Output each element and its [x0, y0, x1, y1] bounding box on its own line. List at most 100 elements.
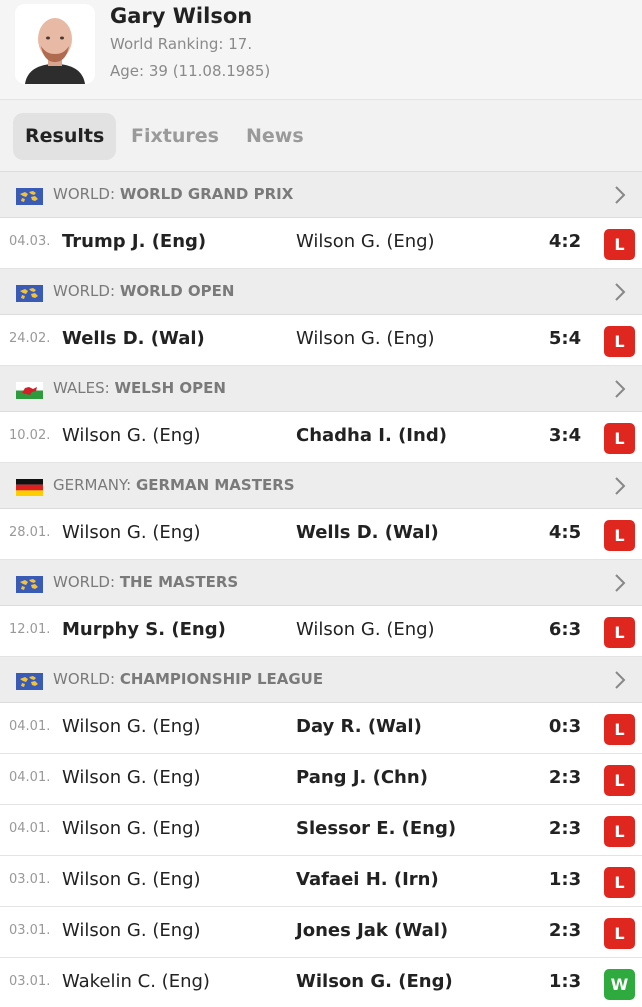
tab-news[interactable]: News	[234, 113, 316, 160]
away-player: Jones Jak (Wal)	[296, 920, 449, 941]
player-name: Gary Wilson	[110, 4, 253, 28]
away-player: Pang J. (Chn)	[296, 767, 428, 788]
match-date: 04.03.	[9, 234, 51, 249]
home-player: Wilson G. (Eng)	[62, 920, 201, 941]
match-row[interactable]: 28.01. Wilson G. (Eng) Wells D. (Wal) 4:5 L	[0, 509, 642, 560]
league-competition: WELSH OPEN	[114, 379, 226, 397]
match-date: 12.01.	[9, 622, 51, 637]
match-score: 3:4	[548, 425, 582, 446]
world-flag-icon	[16, 285, 43, 302]
home-player: Wilson G. (Eng)	[62, 522, 201, 543]
league-header[interactable]: WALES: WELSH OPEN	[0, 366, 642, 412]
chevron-right-icon[interactable]	[614, 379, 626, 399]
match-date: 04.01.	[9, 821, 51, 836]
home-player: Wakelin C. (Eng)	[62, 971, 210, 992]
result-badge: L	[604, 714, 635, 745]
match-date: 04.01.	[9, 770, 51, 785]
league-header[interactable]: WORLD: WORLD OPEN	[0, 269, 642, 315]
result-badge: L	[604, 229, 635, 260]
match-row[interactable]: 24.02. Wells D. (Wal) Wilson G. (Eng) 5:4 L	[0, 315, 642, 366]
match-date: 04.01.	[9, 719, 51, 734]
match-row[interactable]: 04.03. Trump J. (Eng) Wilson G. (Eng) 4:2 L	[0, 218, 642, 269]
league-country: WORLD:	[53, 670, 116, 688]
match-row[interactable]: 03.01. Wilson G. (Eng) Jones Jak (Wal) 2:3 L	[0, 907, 642, 958]
player-photo	[15, 4, 95, 84]
league-header[interactable]: WORLD: THE MASTERS	[0, 560, 642, 606]
match-row[interactable]: 04.01. Wilson G. (Eng) Day R. (Wal) 0:3 L	[0, 703, 642, 754]
player-ranking: World Ranking: 17.	[110, 35, 253, 53]
match-row[interactable]: 12.01. Murphy S. (Eng) Wilson G. (Eng) 6:3 L	[0, 606, 642, 657]
away-player: Wilson G. (Eng)	[296, 971, 453, 992]
world-flag-icon	[16, 673, 43, 690]
away-player: Day R. (Wal)	[296, 716, 422, 737]
away-player: Chadha I. (Ind)	[296, 425, 447, 446]
league-header[interactable]: WORLD: CHAMPIONSHIP LEAGUE	[0, 657, 642, 703]
home-player: Wells D. (Wal)	[62, 328, 205, 349]
home-player: Wilson G. (Eng)	[62, 425, 201, 446]
tab-fixtures[interactable]: Fixtures	[119, 113, 231, 160]
tab-results[interactable]: Results	[13, 113, 117, 160]
match-row[interactable]: 10.02. Wilson G. (Eng) Chadha I. (Ind) 3:4 L	[0, 412, 642, 463]
match-date: 24.02.	[9, 331, 51, 346]
league-title: WORLD: WORLD OPEN	[53, 282, 234, 300]
match-score: 4:2	[548, 231, 582, 252]
match-score: 2:3	[548, 920, 582, 941]
result-badge: L	[604, 765, 635, 796]
result-badge: L	[604, 423, 635, 454]
match-score: 2:3	[548, 818, 582, 839]
league-title: WALES: WELSH OPEN	[53, 379, 226, 397]
result-badge: L	[604, 816, 635, 847]
home-player: Wilson G. (Eng)	[62, 818, 201, 839]
match-score: 2:3	[548, 767, 582, 788]
player-age: Age: 39 (11.08.1985)	[110, 62, 271, 80]
chevron-right-icon[interactable]	[614, 573, 626, 593]
league-title: WORLD: CHAMPIONSHIP LEAGUE	[53, 670, 323, 688]
league-competition: CHAMPIONSHIP LEAGUE	[119, 670, 324, 688]
chevron-right-icon[interactable]	[614, 282, 626, 302]
chevron-right-icon[interactable]	[614, 185, 626, 205]
home-player: Wilson G. (Eng)	[62, 767, 201, 788]
match-score: 5:4	[548, 328, 582, 349]
tab-bar: Results Fixtures News	[0, 100, 642, 172]
league-competition: WORLD OPEN	[119, 282, 235, 300]
league-country: WORLD:	[53, 185, 116, 203]
wales-flag-icon	[16, 382, 43, 399]
away-player: Wells D. (Wal)	[296, 522, 439, 543]
chevron-right-icon[interactable]	[614, 476, 626, 496]
match-row[interactable]: 04.01. Wilson G. (Eng) Slessor E. (Eng) 2:3…	[0, 805, 642, 856]
league-country: WALES:	[53, 379, 110, 397]
match-date: 10.02.	[9, 428, 51, 443]
home-player: Trump J. (Eng)	[62, 231, 207, 252]
result-badge: L	[604, 918, 635, 949]
match-score: 6:3	[548, 619, 582, 640]
league-title: WORLD: WORLD GRAND PRIX	[53, 185, 293, 203]
league-country: GERMANY:	[53, 476, 132, 494]
match-row[interactable]: 03.01. Wilson G. (Eng) Vafaei H. (Irn) 1:3 L	[0, 856, 642, 907]
league-competition: WORLD GRAND PRIX	[119, 185, 294, 203]
results-list: WORLD: WORLD GRAND PRIX 04.03. Trump J. (E…	[0, 172, 642, 1007]
league-header[interactable]: WORLD: WORLD GRAND PRIX	[0, 172, 642, 218]
away-player: Wilson G. (Eng)	[296, 328, 435, 349]
match-row[interactable]: 04.01. Wilson G. (Eng) Pang J. (Chn) 2:3 L	[0, 754, 642, 805]
away-player: Vafaei H. (Irn)	[296, 869, 439, 890]
chevron-right-icon[interactable]	[614, 670, 626, 690]
match-date: 03.01.	[9, 974, 51, 989]
result-badge: L	[604, 326, 635, 357]
match-score: 1:3	[548, 869, 582, 890]
league-header[interactable]: GERMANY: GERMAN MASTERS	[0, 463, 642, 509]
league-title: GERMANY: GERMAN MASTERS	[53, 476, 295, 494]
home-player: Wilson G. (Eng)	[62, 869, 201, 890]
result-badge: L	[604, 617, 635, 648]
match-date: 03.01.	[9, 923, 51, 938]
home-player: Murphy S. (Eng)	[62, 619, 226, 640]
league-title: WORLD: THE MASTERS	[53, 573, 238, 591]
league-competition: THE MASTERS	[119, 573, 239, 591]
match-score: 1:3	[548, 971, 582, 992]
match-date: 28.01.	[9, 525, 51, 540]
match-score: 4:5	[548, 522, 582, 543]
home-player: Wilson G. (Eng)	[62, 716, 201, 737]
away-player: Wilson G. (Eng)	[296, 231, 435, 252]
match-row[interactable]: 03.01. Wakelin C. (Eng) Wilson G. (Eng) 1:3…	[0, 958, 642, 1007]
world-flag-icon	[16, 576, 43, 593]
match-score: 0:3	[548, 716, 582, 737]
